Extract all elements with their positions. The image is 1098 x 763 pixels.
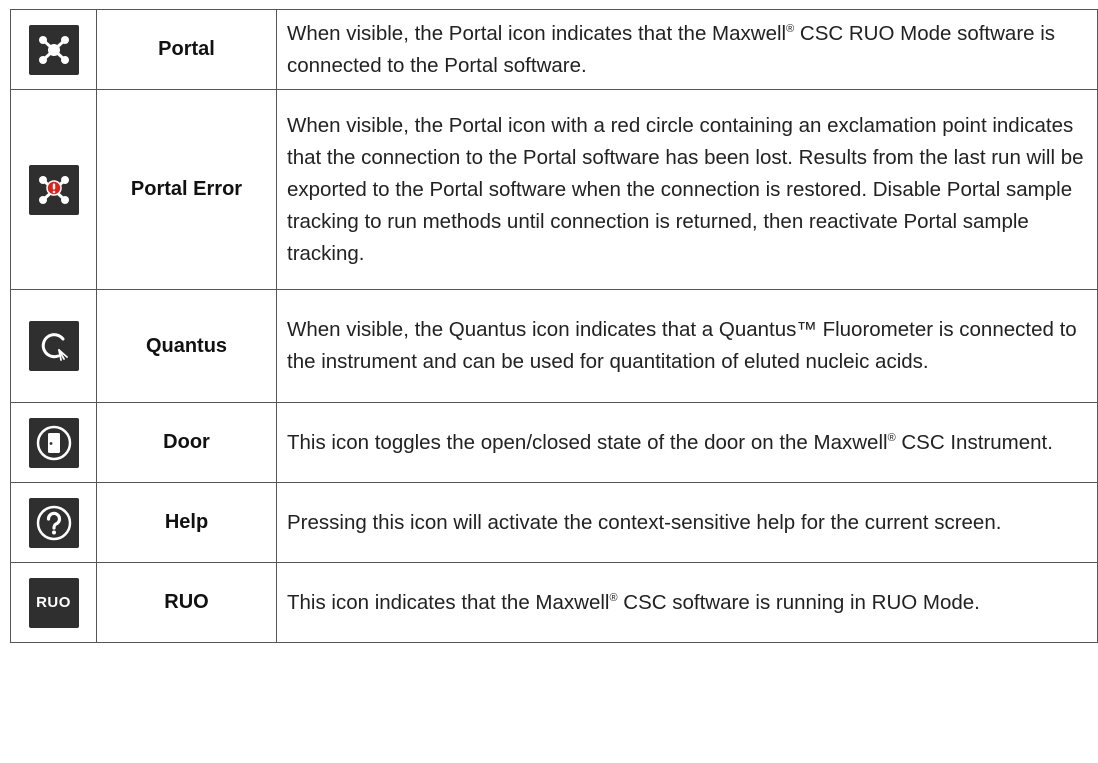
icon-cell bbox=[10, 9, 97, 90]
table-row: Portal Error When visible, the Portal ic… bbox=[10, 89, 1098, 290]
icon-name: Door bbox=[96, 402, 277, 483]
icon-cell bbox=[10, 402, 97, 483]
icon-cell bbox=[10, 482, 97, 563]
portal-error-icon bbox=[28, 164, 79, 215]
icon-cell bbox=[10, 89, 97, 290]
icon-name: Help bbox=[96, 482, 277, 563]
ruo-icon: RUO bbox=[28, 577, 79, 628]
table-row: RUO RUO This icon indicates that the Max… bbox=[10, 562, 1098, 643]
door-icon bbox=[28, 417, 79, 468]
icon-description: This icon indicates that the Maxwell® CS… bbox=[276, 562, 1098, 643]
table-row: Door This icon toggles the open/closed s… bbox=[10, 402, 1098, 483]
table-row: Quantus When visible, the Quantus icon i… bbox=[10, 289, 1098, 403]
quantus-icon bbox=[28, 321, 79, 371]
help-icon bbox=[28, 497, 79, 548]
table-row: Help Pressing this icon will activate th… bbox=[10, 482, 1098, 563]
icon-name: Portal Error bbox=[96, 89, 277, 290]
icon-name: RUO bbox=[96, 562, 277, 643]
icon-description: When visible, the Portal icon with a red… bbox=[276, 89, 1098, 290]
icon-cell bbox=[10, 289, 97, 403]
portal-icon bbox=[28, 24, 79, 75]
icon-description: When visible, the Portal icon indicates … bbox=[276, 9, 1098, 90]
icon-description: Pressing this icon will activate the con… bbox=[276, 482, 1098, 563]
table-row: Portal When visible, the Portal icon ind… bbox=[10, 9, 1098, 90]
icon-description: This icon toggles the open/closed state … bbox=[276, 402, 1098, 483]
icon-name: Portal bbox=[96, 9, 277, 90]
icon-name: Quantus bbox=[96, 289, 277, 403]
icon-description: When visible, the Quantus icon indicates… bbox=[276, 289, 1098, 403]
ruo-icon-label: RUO bbox=[36, 594, 71, 611]
icon-reference-table: Portal When visible, the Portal icon ind… bbox=[10, 9, 1098, 643]
icon-cell: RUO bbox=[10, 562, 97, 643]
